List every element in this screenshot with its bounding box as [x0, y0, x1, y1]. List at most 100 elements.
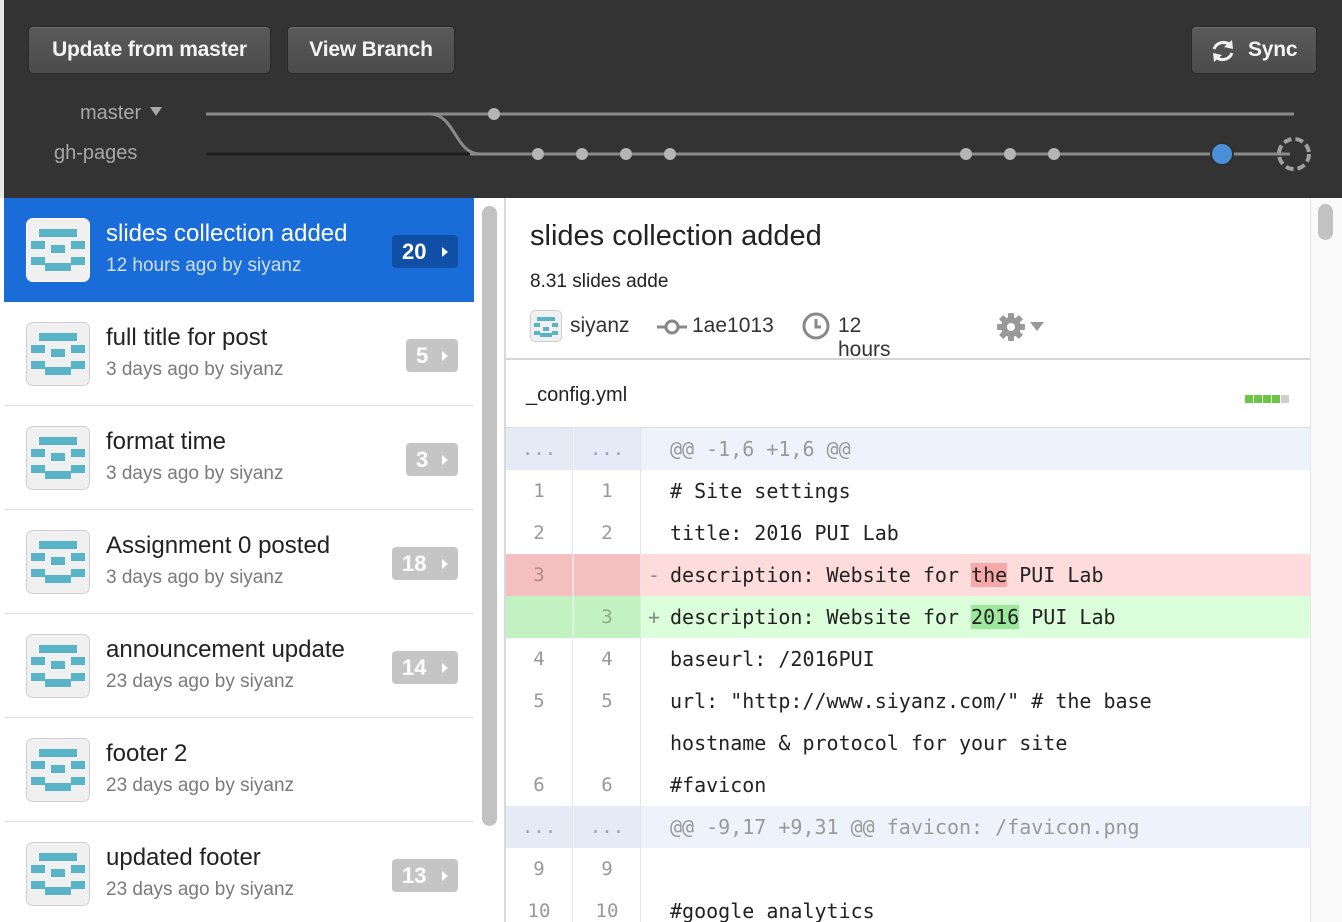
detail-scrollbar[interactable] [1318, 204, 1333, 240]
old-line-number: 10 [506, 890, 573, 922]
diff-code: description: Website for 2016 PUI Lab [670, 596, 1116, 638]
commit-meta: 23 days ago by siyanz [106, 775, 295, 796]
diff-hunk-header: ... ... @@ -1,6 +1,6 @@ [506, 428, 1310, 470]
commit-list-scrollbar[interactable] [482, 206, 497, 826]
files-changed-badge[interactable]: 5 [406, 339, 458, 372]
diffstat-neutral-block [1281, 395, 1289, 403]
diff-hunk-header: ... ... @@ -9,17 +9,31 @@ favicon: /favi… [506, 806, 1310, 848]
new-line-number: 5 [574, 680, 641, 764]
view-branch-button[interactable]: View Branch [287, 26, 455, 74]
diff-line: 3 + description: Website for 2016 PUI La… [506, 596, 1310, 638]
diff-code-text: description: Website for [670, 605, 972, 629]
identicon [31, 229, 85, 271]
old-line-number: 2 [506, 512, 573, 554]
diff-code: @@ -9,17 +9,31 @@ favicon: /favicon.png [670, 815, 1140, 839]
new-line-number: 6 [574, 764, 641, 806]
commit-row[interactable]: announcement update 23 days ago by siyan… [4, 614, 474, 718]
file-name: _config.yml [526, 384, 628, 406]
diff-sign: - [648, 563, 661, 587]
diffstat [1244, 390, 1289, 408]
files-changed-badge[interactable]: 20 [392, 235, 458, 268]
old-line-number: ... [506, 806, 573, 848]
avatar [26, 322, 90, 386]
diff-code-text: PUI Lab [1007, 563, 1104, 587]
diff-line: 9 9 [506, 848, 1310, 890]
commit-title: slides collection added [106, 220, 348, 247]
old-line-number: 1 [506, 470, 573, 512]
commit-row[interactable]: Assignment 0 posted 3 days ago by siyanz… [4, 510, 474, 614]
diff-code: baseurl: /2016PUI [670, 647, 875, 671]
diff-code-text: description: Website for [670, 563, 972, 587]
commit-dot [960, 148, 972, 160]
chevron-right-icon [442, 351, 448, 361]
commit-dot [664, 148, 676, 160]
new-line-number: 4 [574, 638, 641, 680]
commit-dot [532, 148, 544, 160]
identicon [534, 317, 558, 337]
new-line-number: 1 [574, 470, 641, 512]
diff-line: 3 - description: Website for the PUI Lab [506, 554, 1310, 596]
avatar [26, 530, 90, 594]
commit-sha[interactable]: 1ae1013 [692, 314, 774, 338]
diffstat-added-block [1245, 395, 1253, 403]
diff-code: @@ -1,6 +1,6 @@ [670, 437, 851, 461]
new-line-number: ... [574, 806, 641, 848]
old-line-number: 3 [506, 554, 573, 596]
files-changed-badge[interactable]: 14 [392, 651, 458, 684]
files-changed-badge[interactable]: 13 [392, 859, 458, 892]
files-changed-count: 13 [402, 863, 427, 888]
commit-author: siyanz [570, 314, 630, 337]
identicon [31, 853, 85, 895]
commit-meta: 12 hours ago by siyanz [106, 255, 302, 276]
update-from-master-button[interactable]: Update from master [28, 26, 271, 74]
commit-dot [1004, 148, 1016, 160]
commit-title: Assignment 0 posted [106, 532, 331, 559]
chevron-right-icon [442, 871, 448, 881]
diff-view: ... ... @@ -1,6 +1,6 @@ 1 1 # Site setti… [506, 428, 1310, 922]
diff-line: 6 6 #favicon [506, 764, 1310, 806]
new-line-number: 3 [574, 596, 641, 638]
diff-line: 4 4 baseurl: /2016PUI [506, 638, 1310, 680]
diff-line: 5 5 url: "http://www.siyanz.com/" # the … [506, 680, 1310, 764]
commit-title: full title for post [106, 324, 268, 351]
diff-code-wrap: hostname & protocol for your site [670, 731, 1068, 755]
files-changed-badge[interactable]: 3 [406, 443, 458, 476]
commit-row[interactable]: full title for post 3 days ago by siyanz… [4, 302, 474, 406]
diff-code: # Site settings [670, 479, 851, 503]
old-line-number: 4 [506, 638, 573, 680]
commit-row[interactable]: format time 3 days ago by siyanz 3 [4, 406, 474, 510]
toolbar: Update from master View Branch Sync mast… [0, 0, 1342, 198]
commit-icon [657, 319, 687, 335]
files-changed-badge[interactable]: 18 [392, 547, 458, 580]
avatar [26, 842, 90, 906]
avatar [26, 218, 90, 282]
commit-dot [576, 148, 588, 160]
sync-icon [1212, 40, 1234, 62]
new-line-number: 2 [574, 512, 641, 554]
files-changed-count: 18 [402, 551, 427, 576]
branch-graph [206, 108, 1311, 171]
master-commit-dot [488, 108, 500, 120]
files-changed-count: 20 [402, 239, 427, 264]
file-header[interactable]: _config.yml [506, 360, 1310, 428]
sync-button[interactable]: Sync [1191, 26, 1317, 74]
commit-row[interactable]: updated footer 23 days ago by siyanz 13 [4, 822, 474, 922]
old-line-number: 6 [506, 764, 573, 806]
commit-title: footer 2 [106, 740, 188, 767]
identicon [31, 437, 85, 479]
diff-highlight: 2016 [971, 605, 1020, 629]
avatar [530, 310, 562, 342]
gear-icon[interactable] [996, 312, 1026, 342]
diff-line: 10 10 #google analytics [506, 890, 1310, 922]
commit-detail-description: 8.31 slides adde [530, 271, 669, 292]
chevron-down-icon[interactable] [1030, 322, 1044, 331]
current-commit-dot [1210, 142, 1234, 166]
diff-code: #favicon [670, 773, 767, 797]
chevron-right-icon [442, 455, 448, 465]
commit-row[interactable]: footer 2 23 days ago by siyanz [4, 718, 474, 822]
diff-code: description: Website for the PUI Lab [670, 554, 1103, 596]
files-changed-count: 5 [416, 343, 429, 368]
commit-meta: 23 days ago by siyanz [106, 879, 295, 900]
commit-row[interactable]: slides collection added 12 hours ago by … [4, 198, 474, 302]
old-line-number [506, 596, 573, 638]
